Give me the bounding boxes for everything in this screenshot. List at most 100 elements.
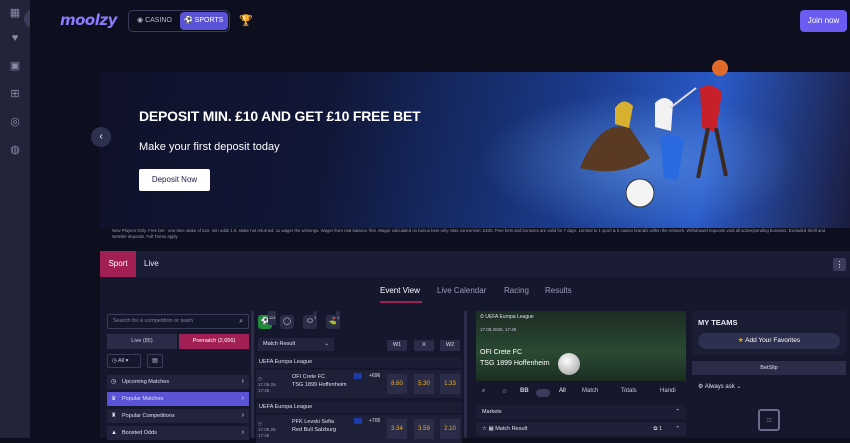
markets-header[interactable]: Markets ⌃ [476, 405, 686, 419]
event-date: 17.09.2026, 17:45 [480, 327, 517, 332]
away-team: TSG 1899 Hoffenheim [292, 382, 347, 388]
heart-icon[interactable]: ♥ [8, 31, 22, 45]
right-panel: MY TEAMS ★ Add Your Favorites BetSlip ⚙ … [692, 311, 846, 438]
stats-icon[interactable] [354, 418, 362, 424]
trophy-small-icon: ♛ [111, 396, 117, 402]
match-row[interactable]: ◷ 17.09.26. 17:45 PFK Levski Sofia Red Bul… [256, 415, 462, 443]
add-favorites-label: Add Your Favorites [745, 337, 801, 344]
sports-label: SPORTS [194, 17, 224, 24]
market-select[interactable]: Match Result ⌄ [258, 338, 334, 351]
more-markets-count[interactable]: +705 [369, 418, 380, 424]
home-team: PFK Levski Sofia [292, 419, 334, 425]
odd-w1[interactable]: 8.60 [387, 374, 407, 394]
slots-icon[interactable]: ▣ [8, 59, 22, 73]
golf-icon[interactable]: ⛳ 1 [326, 311, 341, 329]
competition-search-input[interactable]: Search for a competition or team ⌕ [107, 314, 249, 329]
market-select-label: Match Result [263, 341, 296, 347]
search-icon[interactable]: ⌕ [482, 388, 485, 395]
sport-count: 113 [268, 311, 277, 325]
time-filter-select[interactable]: ◷ All ▾ [107, 354, 141, 368]
filter-totals[interactable]: Totals [621, 388, 637, 394]
home-team: OFI Crete FC [292, 374, 326, 380]
odd-w1[interactable]: 3.34 [387, 419, 407, 439]
side-rail: ▦ ♥ ▣ ⊞ ◎ ◍ [0, 0, 30, 438]
menu-popular-matches[interactable]: ♛ Popular Matches › [107, 392, 249, 406]
menu-upcoming-matches[interactable]: ◷ Upcoming Matches › [107, 375, 249, 389]
away-team: Red Bull Salzburg [292, 427, 337, 433]
event-league: ⏱ UEFA Europa League [480, 314, 534, 320]
athletes-illustration [580, 60, 728, 208]
event-header-image: ⏱ UEFA Europa League 17.09.2026, 17:45 O… [476, 311, 686, 381]
league-header: UEFA Europa League [256, 402, 462, 413]
tab-event-view[interactable]: Event View [380, 286, 420, 295]
market-row[interactable]: ☆ ▦ Match Result ⧉ 1 ⌃ [476, 422, 686, 436]
chevron-right-icon: › [241, 378, 244, 385]
col-x: X [414, 340, 434, 351]
competition-sidebar: Search for a competition or team ⌕ Live … [105, 311, 251, 440]
view-toggle-icon[interactable]: ▤ [147, 354, 163, 368]
empty-betslip-icon: ⌗ [758, 409, 780, 431]
sports-tab[interactable]: ⚽ SPORTS [180, 12, 228, 30]
ice-hockey-icon[interactable]: ◯ [280, 315, 294, 329]
banner-subhead: Make your first deposit today [139, 141, 280, 153]
odd-x[interactable]: 3.59 [414, 419, 434, 439]
event-home-team: OFI Crete FC [480, 349, 523, 356]
rugby-icon[interactable]: ⬭ 1 [303, 311, 318, 329]
live-filter-button[interactable]: Live (85) [107, 334, 177, 349]
betslip-tab[interactable]: BetSlip [692, 361, 846, 375]
football-image [558, 353, 580, 375]
more-options-icon[interactable]: ⋮ [833, 258, 846, 271]
tab-live[interactable]: Live [144, 251, 159, 277]
deposit-now-button[interactable]: Deposit Now [139, 169, 210, 191]
my-teams-title: MY TEAMS [698, 318, 738, 327]
filter-handicap[interactable]: Handi [660, 388, 676, 394]
product-switch: ◉ CASINO ⚽ SPORTS [128, 10, 230, 32]
odds-change-select[interactable]: ⚙ Always ask ⌄ [698, 383, 741, 390]
add-favorites-button[interactable]: ★ Add Your Favorites [698, 333, 840, 349]
chat-icon[interactable]: ◍ [8, 143, 22, 157]
match-row[interactable]: ◷ 17.09.26. 17:45 OFI Crete FC TSG 1899 Ho… [256, 370, 462, 398]
filter-all[interactable]: All [559, 388, 566, 394]
tab-live-calendar[interactable]: Live Calendar [437, 286, 486, 295]
gift-icon[interactable]: ⊞ [8, 87, 22, 101]
trophy-icon[interactable]: 🏆 [239, 14, 253, 27]
col-w2: W2 [440, 340, 460, 351]
event-detail: ⏱ UEFA Europa League 17.09.2026, 17:45 O… [476, 311, 686, 438]
chevron-up-icon: ⌃ [675, 426, 680, 432]
bet-builder-toggle[interactable] [536, 389, 550, 397]
chevron-down-icon: ⌄ [324, 341, 329, 347]
stats-icon[interactable] [354, 373, 362, 379]
menu-popular-competitions[interactable]: ♜ Popular Competitions › [107, 409, 249, 423]
logo[interactable]: moolzy [60, 11, 117, 29]
left-scrollbar[interactable] [251, 311, 254, 438]
menu-label: Popular Matches [122, 396, 164, 402]
middle-scrollbar[interactable] [464, 311, 467, 438]
active-tab-indicator [380, 301, 422, 303]
tab-sport[interactable]: Sport [100, 251, 136, 277]
more-markets-count[interactable]: +696 [369, 373, 380, 379]
my-teams-card: MY TEAMS ★ Add Your Favorites [692, 311, 846, 355]
odds-change-label: Always ask [704, 384, 735, 390]
football-icon[interactable]: ⚽ 113 [258, 311, 277, 329]
filter-match[interactable]: Match [582, 388, 598, 394]
odd-w2[interactable]: 2.10 [440, 419, 460, 439]
sport-count: 1 [313, 311, 318, 325]
tab-racing[interactable]: Racing [504, 286, 529, 295]
time-filter-label: All [118, 358, 125, 364]
bet-builder-icon[interactable]: BB [520, 388, 529, 394]
join-now-button[interactable]: Join now [800, 10, 847, 32]
casino-tab[interactable]: ◉ CASINO [132, 13, 178, 29]
grid-icon[interactable]: ▦ [8, 6, 22, 20]
league-header: UEFA Europa League [256, 357, 462, 368]
chevron-right-icon: › [241, 395, 244, 402]
search-icon[interactable]: ⌕ [239, 315, 243, 328]
tab-results[interactable]: Results [545, 286, 572, 295]
sport-count: 1 [336, 311, 341, 325]
odd-x[interactable]: 5.30 [414, 374, 434, 394]
odd-w2[interactable]: 1.33 [440, 374, 460, 394]
menu-label: Boosted Odds [122, 430, 157, 436]
prematch-filter-button[interactable]: Prematch (2,656) [179, 334, 249, 349]
star-icon[interactable]: ☆ [502, 388, 507, 395]
carousel-prev-button[interactable]: ‹ [91, 127, 111, 147]
chip-icon[interactable]: ◎ [8, 115, 22, 129]
